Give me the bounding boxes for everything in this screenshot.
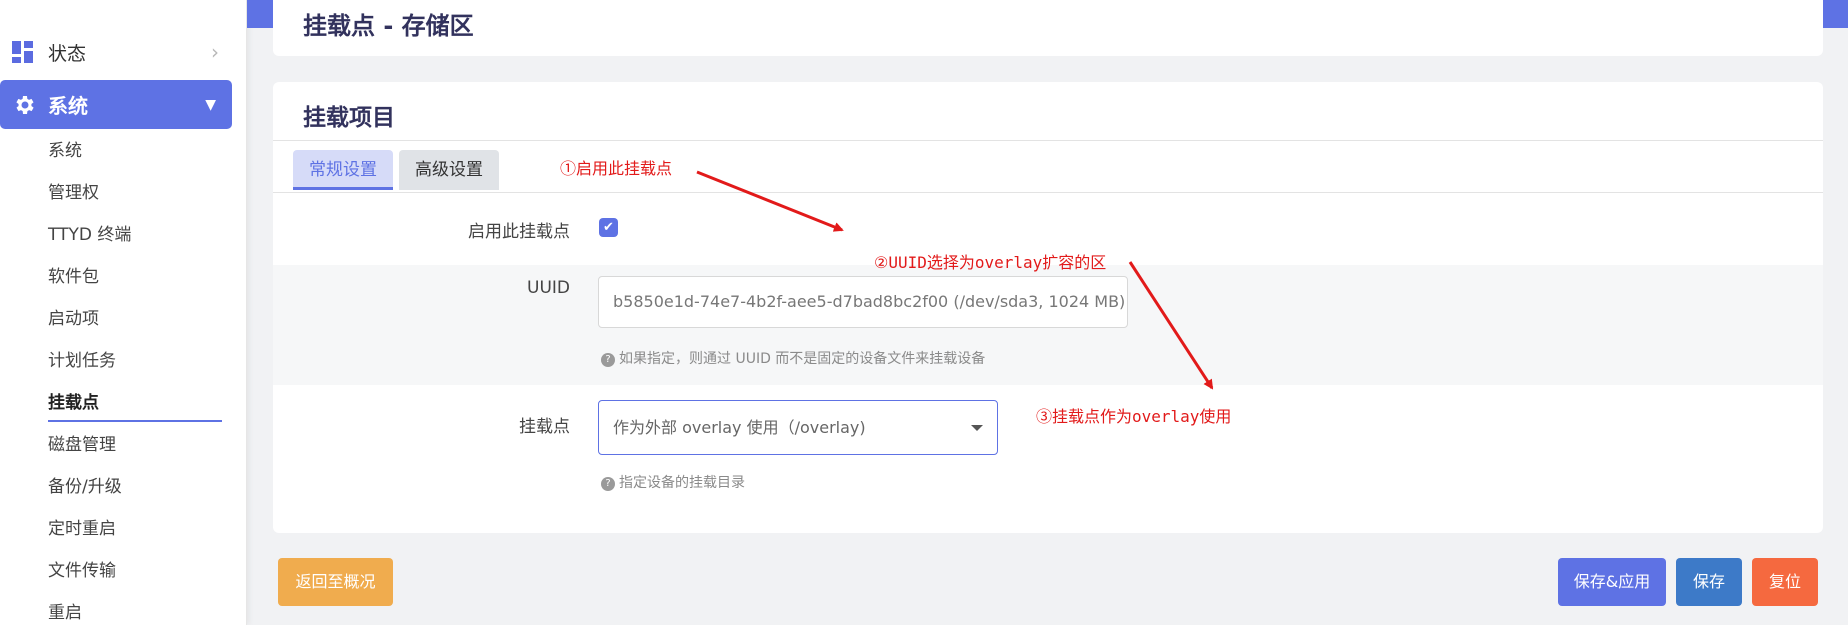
sidebar-item-mountpoints[interactable]: 挂载点 [48,382,222,424]
page-title: 挂载点 - 存储区 [303,12,474,40]
annotation-1: ①启用此挂载点 [560,159,673,178]
header-accent-right [1822,0,1848,28]
uuid-hint-text: 如果指定，则通过 UUID 而不是固定的设备文件来挂载设备 [619,351,986,367]
annotation-2: ②UUID选择为overlay扩容的区 [874,253,1107,272]
sidebar-item-system-label: 系统 [48,94,88,118]
sidebar-item-reboot[interactable]: 重启 [48,592,222,625]
help-icon: ? [601,353,615,367]
mount-entry-card: 挂载项目 常规设置 高级设置 启用此挂载点 ✔ UUID b5850e1d-74… [273,82,1823,533]
divider [273,192,1823,193]
save-apply-button[interactable]: 保存&应用 [1558,558,1666,606]
sidebar-submenu: 系统 管理权 TTYD 终端 软件包 启动项 计划任务 挂载点 磁盘管理 备份/… [48,130,222,625]
sidebar-item-file-transfer[interactable]: 文件传输 [48,550,222,592]
caret-down-icon [971,425,983,431]
tab-general-settings[interactable]: 常规设置 [293,150,393,190]
header-card [273,0,1823,56]
uuid-select[interactable]: b5850e1d-74e7-4b2f-aee5-d7bad8bc2f00 (/d… [598,276,1128,328]
uuid-label: UUID [527,278,570,298]
chevron-down-icon: ▼ [205,96,216,113]
section-title: 挂载项目 [303,105,395,131]
mountpoint-select-value: 作为外部 overlay 使用（/overlay) [613,418,866,437]
sidebar-item-admin[interactable]: 管理权 [48,172,222,214]
sidebar-item-scheduled-reboot[interactable]: 定时重启 [48,508,222,550]
sidebar-item-backup[interactable]: 备份/升级 [48,466,222,508]
uuid-hint: ? 如果指定，则通过 UUID 而不是固定的设备文件来挂载设备 [601,348,985,368]
sidebar-item-packages[interactable]: 软件包 [48,256,222,298]
reset-button[interactable]: 复位 [1752,558,1818,606]
enable-checkbox[interactable]: ✔ [599,218,618,237]
check-icon: ✔ [603,220,614,235]
help-icon: ? [601,477,615,491]
divider [273,140,1823,141]
sidebar-item-crontab[interactable]: 计划任务 [48,340,222,382]
mountpoint-hint: ? 指定设备的挂载目录 [601,472,745,492]
sidebar-item-ttyd[interactable]: TTYD 终端 [48,214,222,256]
sidebar-item-startup[interactable]: 启动项 [48,298,222,340]
sidebar-item-system[interactable]: 系统 ▼ [0,80,232,129]
sidebar-item-disk-management[interactable]: 磁盘管理 [48,424,222,466]
sidebar-item-status[interactable]: 状态 › [0,30,247,74]
sidebar: 状态 › 系统 ▼ 系统 管理权 TTYD 终端 软件包 启动项 计划任务 挂载… [0,0,247,625]
mountpoint-label: 挂载点 [519,417,570,437]
mountpoint-hint-text: 指定设备的挂载目录 [619,475,745,491]
enable-label: 启用此挂载点 [468,222,570,242]
dashboard-icon [12,41,34,63]
save-button[interactable]: 保存 [1676,558,1742,606]
sidebar-item-status-label: 状态 [48,42,87,65]
gear-icon [16,95,34,114]
back-to-overview-button[interactable]: 返回至概况 [278,558,393,606]
annotation-3: ③挂载点作为overlay使用 [1036,407,1232,426]
mountpoint-select[interactable]: 作为外部 overlay 使用（/overlay) [598,400,998,455]
tab-advanced-settings[interactable]: 高级设置 [399,150,499,190]
chevron-right-icon: › [211,40,219,64]
sidebar-item-system-sub[interactable]: 系统 [48,130,222,172]
